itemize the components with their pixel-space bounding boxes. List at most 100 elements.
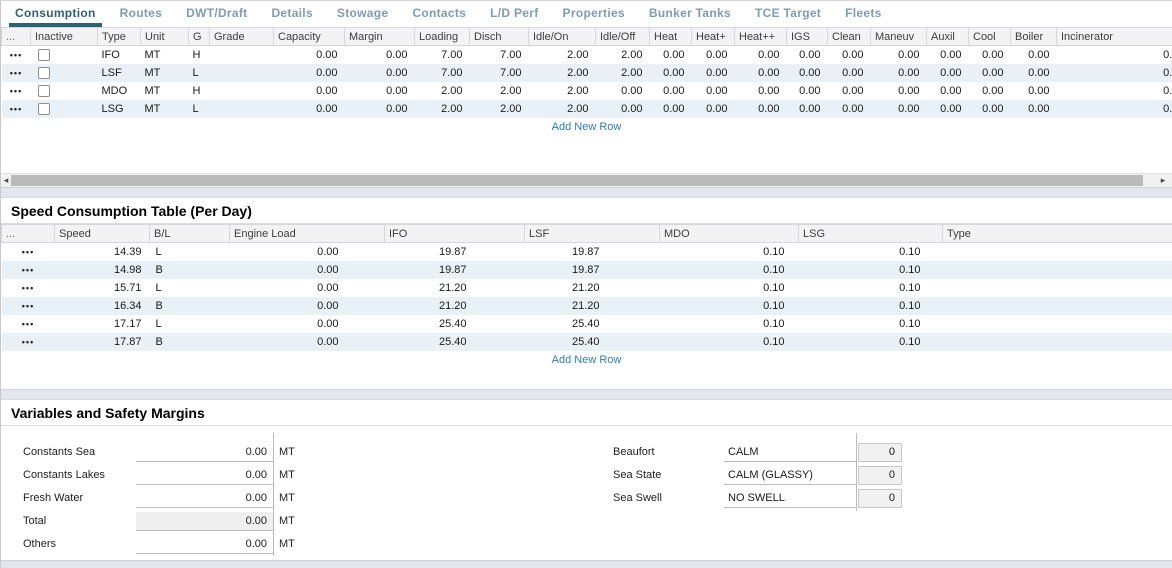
beaufort-number-field[interactable]: 0 bbox=[858, 443, 902, 462]
cell-idle-on[interactable]: 2.00 bbox=[529, 82, 596, 100]
cell-boiler[interactable]: 0.00 bbox=[1011, 100, 1057, 118]
cell-grade[interactable] bbox=[210, 100, 274, 118]
horizontal-scrollbar[interactable]: ◂ ▸ bbox=[1, 173, 1172, 187]
cell-heat[interactable]: 0.00 bbox=[650, 82, 692, 100]
cell-disch[interactable]: 7.00 bbox=[470, 46, 529, 65]
row-menu-button[interactable]: ••• bbox=[22, 261, 34, 279]
cell-disch[interactable]: 7.00 bbox=[470, 64, 529, 82]
add-new-row-link[interactable]: Add New Row bbox=[552, 121, 622, 133]
cell-margin[interactable]: 0.00 bbox=[345, 82, 415, 100]
cell-loading[interactable]: 7.00 bbox=[415, 64, 470, 82]
cell-cool[interactable]: 0.00 bbox=[969, 46, 1011, 65]
cell-clean[interactable]: 0.00 bbox=[828, 46, 871, 65]
cell-clean[interactable]: 0.00 bbox=[828, 100, 871, 118]
cell-bl[interactable]: B bbox=[150, 333, 230, 351]
cell-type[interactable] bbox=[943, 243, 1172, 262]
cell-bl[interactable]: B bbox=[150, 297, 230, 315]
cell-type[interactable]: IFO bbox=[98, 46, 141, 65]
cell-auxil[interactable]: 0.00 bbox=[927, 64, 969, 82]
cell-idle-off[interactable]: 2.00 bbox=[596, 64, 650, 82]
cell-heat-plus[interactable]: 0.00 bbox=[692, 64, 735, 82]
cell-type[interactable] bbox=[943, 279, 1172, 297]
cell-bl[interactable]: L bbox=[150, 315, 230, 333]
cell-grade[interactable] bbox=[210, 82, 274, 100]
cell-capacity[interactable]: 0.00 bbox=[274, 100, 345, 118]
cell-mdo[interactable]: 0.10 bbox=[660, 297, 799, 315]
tab-consumption[interactable]: Consumption bbox=[9, 1, 102, 27]
cell-lsf[interactable]: 25.40 bbox=[525, 315, 660, 333]
inactive-checkbox[interactable] bbox=[38, 103, 50, 115]
tab-properties[interactable]: Properties bbox=[557, 1, 631, 27]
cell-lsg[interactable]: 0.10 bbox=[799, 297, 943, 315]
cell-lsg[interactable]: 0.10 bbox=[799, 261, 943, 279]
cell-heat[interactable]: 0.00 bbox=[650, 46, 692, 65]
cell-disch[interactable]: 2.00 bbox=[470, 82, 529, 100]
cell-g[interactable]: H bbox=[189, 46, 210, 65]
cell-ifo[interactable]: 21.20 bbox=[385, 279, 525, 297]
cell-heat[interactable]: 0.00 bbox=[650, 64, 692, 82]
cell-cool[interactable]: 0.00 bbox=[969, 100, 1011, 118]
cell-heat-plus[interactable]: 0.00 bbox=[692, 82, 735, 100]
row-menu-button[interactable]: ••• bbox=[10, 100, 22, 118]
cell-type[interactable] bbox=[943, 315, 1172, 333]
scroll-left-icon[interactable]: ◂ bbox=[1, 174, 11, 187]
cell-incinerator[interactable]: 0.00 bbox=[1057, 82, 1172, 100]
cell-engine-load[interactable]: 0.00 bbox=[230, 297, 385, 315]
cell-auxil[interactable]: 0.00 bbox=[927, 46, 969, 65]
cell-lsf[interactable]: 21.20 bbox=[525, 279, 660, 297]
sea-swell-number-field[interactable]: 0 bbox=[858, 489, 902, 508]
cell-engine-load[interactable]: 0.00 bbox=[230, 333, 385, 351]
cell-engine-load[interactable]: 0.00 bbox=[230, 279, 385, 297]
cell-unit[interactable]: MT bbox=[141, 46, 189, 65]
cell-maneuv[interactable]: 0.00 bbox=[871, 64, 927, 82]
cell-boiler[interactable]: 0.00 bbox=[1011, 82, 1057, 100]
tab-routes[interactable]: Routes bbox=[114, 1, 168, 27]
cell-capacity[interactable]: 0.00 bbox=[274, 46, 345, 65]
cell-speed[interactable]: 16.34 bbox=[55, 297, 150, 315]
inactive-checkbox[interactable] bbox=[38, 67, 50, 79]
cell-unit[interactable]: MT bbox=[141, 64, 189, 82]
sea-state-number-field[interactable]: 0 bbox=[858, 466, 902, 485]
cell-maneuv[interactable]: 0.00 bbox=[871, 46, 927, 65]
tab-details[interactable]: Details bbox=[265, 1, 318, 27]
cell-ifo[interactable]: 19.87 bbox=[385, 243, 525, 262]
cell-incinerator[interactable]: 0.00 bbox=[1057, 46, 1172, 65]
cell-igs[interactable]: 0.00 bbox=[787, 82, 828, 100]
cell-mdo[interactable]: 0.10 bbox=[660, 243, 799, 262]
cell-heat-plus-plus[interactable]: 0.00 bbox=[735, 100, 787, 118]
cell-disch[interactable]: 2.00 bbox=[470, 100, 529, 118]
cell-ifo[interactable]: 19.87 bbox=[385, 261, 525, 279]
inactive-checkbox[interactable] bbox=[38, 85, 50, 97]
tab-tce-target[interactable]: TCE Target bbox=[749, 1, 827, 27]
cell-loading[interactable]: 2.00 bbox=[415, 82, 470, 100]
cell-clean[interactable]: 0.00 bbox=[828, 64, 871, 82]
cell-engine-load[interactable]: 0.00 bbox=[230, 261, 385, 279]
cell-cool[interactable]: 0.00 bbox=[969, 82, 1011, 100]
tab-contacts[interactable]: Contacts bbox=[406, 1, 472, 27]
tab-l-d-perf[interactable]: L/D Perf bbox=[484, 1, 544, 27]
row-menu-button[interactable]: ••• bbox=[22, 243, 34, 261]
cell-auxil[interactable]: 0.00 bbox=[927, 82, 969, 100]
cell-mdo[interactable]: 0.10 bbox=[660, 261, 799, 279]
cell-grade[interactable] bbox=[210, 46, 274, 65]
cell-boiler[interactable]: 0.00 bbox=[1011, 46, 1057, 65]
cell-grade[interactable] bbox=[210, 64, 274, 82]
tab-fleets[interactable]: Fleets bbox=[839, 1, 887, 27]
cell-capacity[interactable]: 0.00 bbox=[274, 64, 345, 82]
cell-type[interactable]: LSG bbox=[98, 100, 141, 118]
cell-idle-off[interactable]: 0.00 bbox=[596, 82, 650, 100]
cell-lsg[interactable]: 0.10 bbox=[799, 315, 943, 333]
cell-lsf[interactable]: 19.87 bbox=[525, 261, 660, 279]
row-menu-button[interactable]: ••• bbox=[22, 333, 34, 351]
row-menu-button[interactable]: ••• bbox=[22, 279, 34, 297]
scrollbar-thumb[interactable] bbox=[11, 175, 1143, 186]
cell-type[interactable]: MDO bbox=[98, 82, 141, 100]
cell-lsf[interactable]: 25.40 bbox=[525, 333, 660, 351]
cell-unit[interactable]: MT bbox=[141, 100, 189, 118]
row-menu-button[interactable]: ••• bbox=[10, 46, 22, 64]
cell-lsg[interactable]: 0.10 bbox=[799, 243, 943, 262]
sea-state-select[interactable]: CALM (GLASSY) bbox=[724, 466, 856, 485]
sea-swell-select[interactable]: NO SWELL bbox=[724, 489, 856, 508]
beaufort-select[interactable]: CALM bbox=[724, 443, 856, 462]
cell-idle-on[interactable]: 2.00 bbox=[529, 46, 596, 65]
